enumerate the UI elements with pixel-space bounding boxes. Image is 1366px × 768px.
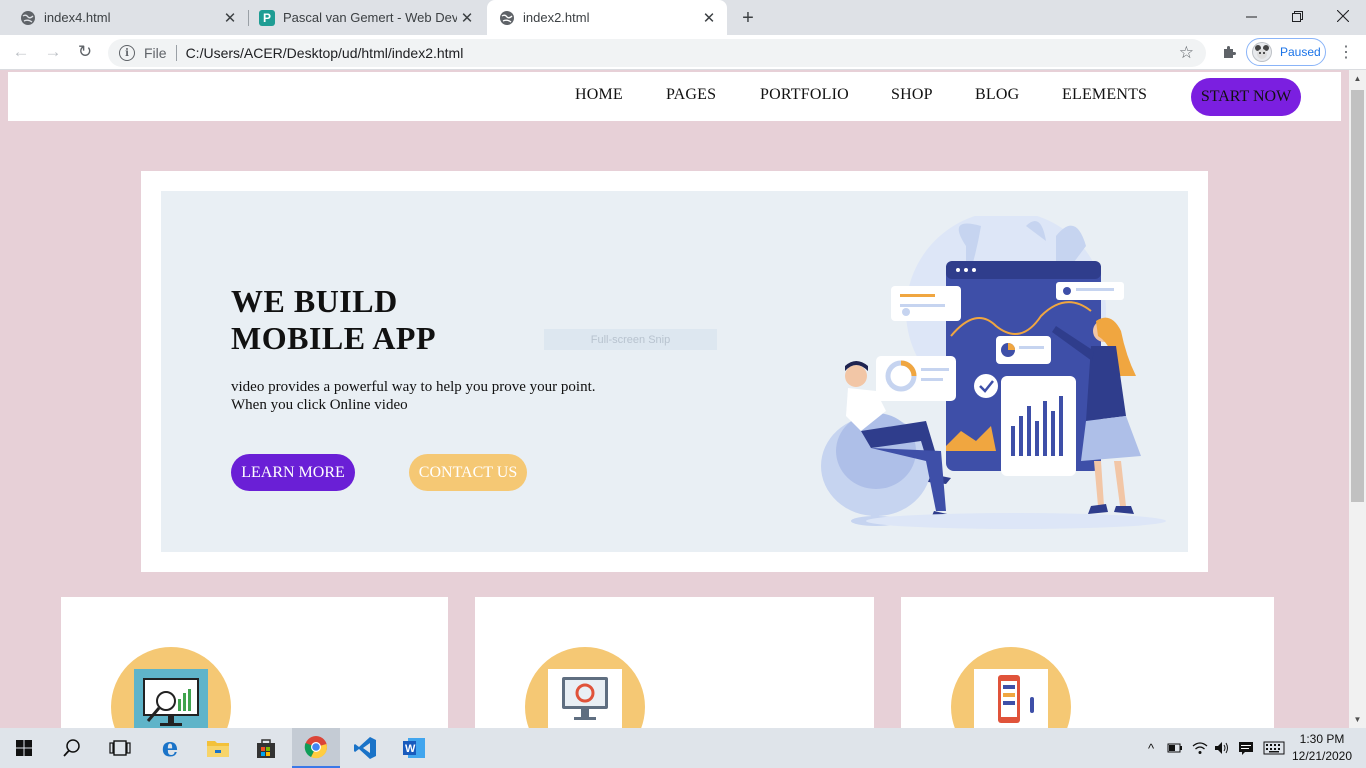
page-viewport: HOME PAGES PORTFOLIO SHOP BLOG ELEMENTS …	[0, 70, 1349, 728]
hero-frame: WE BUILD MOBILE APP video provides a pow…	[141, 171, 1208, 572]
start-windows-icon[interactable]	[0, 728, 48, 768]
snip-overlay-label: Full-screen Snip	[544, 329, 717, 350]
tab-index2[interactable]: index2.html ✕	[487, 0, 727, 35]
hero-illustration	[816, 211, 1166, 536]
more-menu-icon[interactable]: ⋮	[1336, 39, 1356, 65]
chrome-icon[interactable]	[292, 728, 340, 768]
scrollbar-thumb[interactable]	[1351, 90, 1364, 502]
hero-description: video provides a powerful way to help yo…	[231, 378, 596, 414]
address-scheme: File	[144, 45, 167, 61]
tray-expand-icon[interactable]: ^	[1141, 728, 1161, 768]
extensions-puzzle-icon[interactable]	[1216, 39, 1242, 65]
volume-icon[interactable]	[1211, 728, 1233, 768]
mobile-app-icon	[974, 669, 1048, 728]
tab-index4[interactable]: index4.html ✕	[0, 0, 248, 35]
nav-elements[interactable]: ELEMENTS	[1062, 86, 1147, 104]
tab-title: index2.html	[523, 10, 590, 25]
battery-icon[interactable]	[1164, 728, 1186, 768]
clock-time: 1:30 PM	[1299, 732, 1345, 746]
tab-title: Pascal van Gemert - Web Develop	[283, 10, 457, 25]
nav-portfolio[interactable]: PORTFOLIO	[760, 86, 849, 104]
hero-text-line2: When you click Online video	[231, 397, 408, 413]
nav-pages[interactable]: PAGES	[666, 86, 716, 104]
clock-date: 12/21/2020	[1291, 749, 1353, 763]
word-icon[interactable]: W	[390, 728, 438, 768]
hero-section: WE BUILD MOBILE APP video provides a pow…	[161, 191, 1188, 552]
scroll-down-icon[interactable]: ▼	[1349, 711, 1366, 728]
browser-toolbar: ← → ↻ i File C:/Users/ACER/Desktop/ud/ht…	[0, 35, 1366, 70]
keyboard-icon[interactable]	[1261, 728, 1287, 768]
windows-taskbar: e W ^ 1:30 PM 12/21/2020	[0, 728, 1366, 768]
monitor-chart-icon	[134, 669, 208, 728]
feature-card	[901, 597, 1274, 728]
site-favicon-icon: P	[259, 9, 275, 26]
hero-text-line1: video provides a powerful way to help yo…	[231, 379, 596, 395]
start-now-button[interactable]: START NOW	[1191, 78, 1301, 116]
new-tab-button[interactable]: +	[736, 6, 760, 30]
tab-pascal[interactable]: P Pascal van Gemert - Web Develop ✕	[249, 0, 485, 35]
address-bar[interactable]: i File C:/Users/ACER/Desktop/ud/html/ind…	[108, 39, 1206, 67]
hero-title-line2: MOBILE APP	[231, 320, 437, 356]
nav-home[interactable]: HOME	[575, 86, 623, 104]
nav-blog[interactable]: BLOG	[975, 86, 1019, 104]
site-navbar: HOME PAGES PORTFOLIO SHOP BLOG ELEMENTS …	[8, 72, 1341, 121]
info-icon[interactable]: i	[119, 45, 135, 61]
wifi-icon[interactable]	[1189, 728, 1211, 768]
avatar	[1252, 42, 1272, 62]
globe-icon	[20, 10, 36, 26]
feature-icon-web-analysis	[525, 647, 645, 728]
vscode-icon[interactable]	[341, 728, 389, 768]
restore-button[interactable]	[1274, 0, 1320, 32]
store-icon[interactable]	[242, 728, 290, 768]
feature-card	[475, 597, 874, 728]
profile-status: Paused	[1280, 45, 1321, 59]
tab-strip: index4.html ✕ P Pascal van Gemert - Web …	[0, 0, 1366, 35]
feature-icon-analytics	[111, 647, 231, 728]
search-icon[interactable]	[48, 728, 96, 768]
address-url[interactable]: C:/Users/ACER/Desktop/ud/html/index2.htm…	[186, 45, 464, 61]
nav-shop[interactable]: SHOP	[891, 86, 933, 104]
globe-icon	[499, 10, 515, 26]
monitor-search-icon	[548, 669, 622, 728]
forward-button[interactable]: →	[40, 39, 66, 65]
bookmark-star-icon[interactable]: ☆	[1179, 43, 1194, 63]
close-window-button[interactable]	[1320, 0, 1366, 32]
profile-button[interactable]: Paused	[1246, 38, 1326, 66]
page-scrollbar[interactable]: ▲ ▼	[1349, 70, 1366, 728]
edge-browser-icon[interactable]: e	[146, 728, 194, 768]
feature-card	[61, 597, 448, 728]
tab-title: index4.html	[44, 10, 111, 25]
task-view-icon[interactable]	[96, 728, 144, 768]
scroll-up-icon[interactable]: ▲	[1349, 70, 1366, 87]
back-button[interactable]: ←	[8, 39, 34, 65]
feature-icon-mobile	[951, 647, 1071, 728]
reload-button[interactable]: ↻	[72, 39, 98, 65]
close-tab-icon[interactable]: ✕	[220, 8, 240, 28]
hero-title: WE BUILD MOBILE APP	[231, 283, 436, 357]
learn-more-button[interactable]: LEARN MORE	[231, 454, 355, 491]
hero-title-line1: WE BUILD	[231, 283, 398, 319]
close-tab-icon[interactable]: ✕	[699, 8, 719, 28]
notification-icon[interactable]	[1235, 728, 1257, 768]
address-divider	[175, 45, 177, 61]
close-tab-icon[interactable]: ✕	[457, 8, 477, 28]
minimize-button[interactable]	[1228, 0, 1274, 32]
taskbar-clock[interactable]: 1:30 PM 12/21/2020	[1290, 731, 1354, 765]
contact-us-button[interactable]: CONTACT US	[409, 454, 527, 491]
file-explorer-icon[interactable]	[194, 728, 242, 768]
svg-text:W: W	[405, 743, 416, 755]
